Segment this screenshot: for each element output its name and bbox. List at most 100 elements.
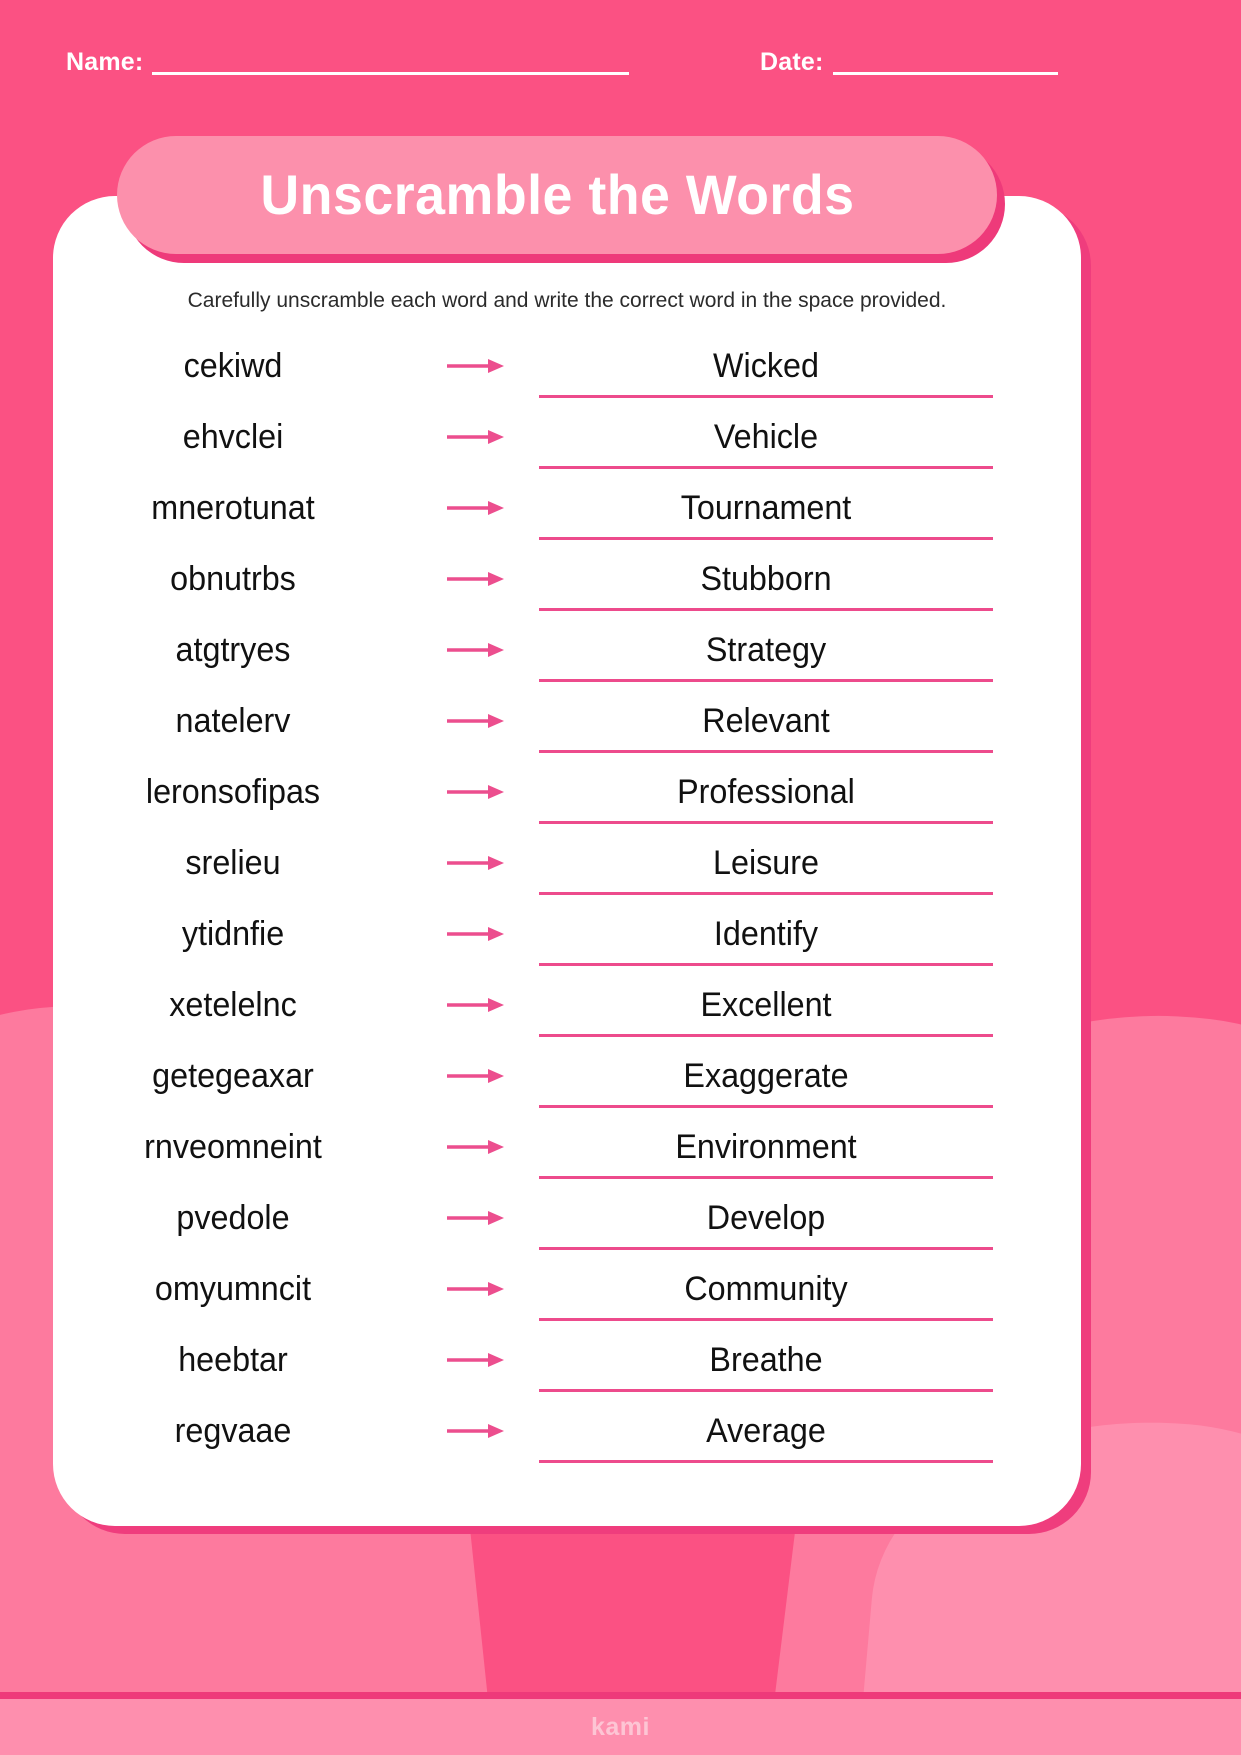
answer-slot[interactable]: Identify <box>539 908 993 966</box>
scrambled-word: heebtar <box>178 1341 288 1379</box>
word-row: ehvclei Vehicle <box>53 411 1081 482</box>
arrow-right-icon <box>413 1405 539 1457</box>
title-banner: Unscramble the Words <box>117 136 997 254</box>
date-field[interactable]: Date: <box>760 50 1058 77</box>
word-row: getegeaxar Exaggerate <box>53 1050 1081 1121</box>
scrambled-word: cekiwd <box>183 347 283 385</box>
answer-slot[interactable]: Relevant <box>539 695 993 753</box>
answer-word: Environment <box>675 1128 857 1166</box>
answer-write-line <box>539 679 993 682</box>
scrambled-word: pvedole <box>176 1199 290 1237</box>
word-row: omyumncit Community <box>53 1263 1081 1334</box>
word-row: rnveomneint Environment <box>53 1121 1081 1192</box>
name-label: Name: <box>66 48 144 76</box>
answer-slot[interactable]: Exaggerate <box>539 1050 993 1108</box>
answer-slot[interactable]: Wicked <box>539 340 993 398</box>
scrambled-word: mnerotunat <box>151 489 315 527</box>
word-row: pvedole Develop <box>53 1192 1081 1263</box>
answer-word: Identify <box>713 915 819 953</box>
scrambled-word: natelerv <box>175 702 291 740</box>
answer-slot[interactable]: Breathe <box>539 1334 993 1392</box>
arrow-right-icon <box>413 908 539 960</box>
answer-word: Exaggerate <box>683 1057 849 1095</box>
word-row: ytidnfie Identify <box>53 908 1081 979</box>
answer-word: Stubborn <box>700 560 832 598</box>
answer-slot[interactable]: Vehicle <box>539 411 993 469</box>
word-row: mnerotunat Tournament <box>53 482 1081 553</box>
answer-word: Leisure <box>713 844 819 882</box>
scrambled-word: srelieu <box>185 844 281 882</box>
scrambled-word: omyumncit <box>154 1270 312 1308</box>
arrow-right-icon <box>413 1050 539 1102</box>
answer-word: Community <box>684 1270 848 1308</box>
answer-slot[interactable]: Leisure <box>539 837 993 895</box>
date-label: Date: <box>760 48 824 76</box>
word-row: atgtryes Strategy <box>53 624 1081 695</box>
scrambled-word: atgtryes <box>175 631 291 669</box>
answer-write-line <box>539 1105 993 1108</box>
arrow-right-icon <box>413 837 539 889</box>
arrow-right-icon <box>413 1263 539 1315</box>
scrambled-word: rnveomneint <box>144 1128 322 1166</box>
answer-slot[interactable]: Professional <box>539 766 993 824</box>
answer-word: Relevant <box>702 702 830 740</box>
scrambled-word: ytidnfie <box>181 915 285 953</box>
answer-write-line <box>539 1176 993 1179</box>
answer-slot[interactable]: Community <box>539 1263 993 1321</box>
word-row: leronsofipas Professional <box>53 766 1081 837</box>
answer-write-line <box>539 892 993 895</box>
arrow-right-icon <box>413 1121 539 1173</box>
answer-word: Professional <box>677 773 855 811</box>
student-info-row: Name: Date: <box>0 50 1241 94</box>
answer-slot[interactable]: Strategy <box>539 624 993 682</box>
scrambled-word: leronsofipas <box>145 773 321 811</box>
word-row: obnutrbs Stubborn <box>53 553 1081 624</box>
answer-write-line <box>539 1389 993 1392</box>
instructions-text: Carefully unscramble each word and write… <box>187 289 947 312</box>
answer-word: Average <box>706 1412 826 1450</box>
answer-slot[interactable]: Stubborn <box>539 553 993 611</box>
answer-slot[interactable]: Develop <box>539 1192 993 1250</box>
scrambled-word: ehvclei <box>182 418 284 456</box>
answer-word: Tournament <box>680 489 852 527</box>
answer-word: Wicked <box>713 347 819 385</box>
answer-write-line <box>539 395 993 398</box>
word-row: srelieu Leisure <box>53 837 1081 908</box>
arrow-right-icon <box>413 482 539 534</box>
scrambled-word: obnutrbs <box>170 560 296 598</box>
answer-slot[interactable]: Environment <box>539 1121 993 1179</box>
answer-word: Vehicle <box>713 418 819 456</box>
word-row: heebtar Breathe <box>53 1334 1081 1405</box>
answer-write-line <box>539 750 993 753</box>
scrambled-word: xetelelnc <box>169 986 297 1024</box>
answer-write-line <box>539 1247 993 1250</box>
arrow-right-icon <box>413 979 539 1031</box>
answer-write-line <box>539 1318 993 1321</box>
word-row: natelerv Relevant <box>53 695 1081 766</box>
scrambled-word: getegeaxar <box>152 1057 314 1095</box>
arrow-right-icon <box>413 411 539 463</box>
answer-write-line <box>539 1034 993 1037</box>
date-write-line[interactable] <box>832 72 1058 75</box>
answer-write-line <box>539 537 993 540</box>
answer-write-line <box>539 821 993 824</box>
arrow-right-icon <box>413 1192 539 1244</box>
arrow-right-icon <box>413 766 539 818</box>
name-write-line[interactable] <box>152 72 630 75</box>
answer-slot[interactable]: Tournament <box>539 482 993 540</box>
answer-write-line <box>539 1460 993 1463</box>
arrow-right-icon <box>413 340 539 392</box>
answer-word: Excellent <box>700 986 832 1024</box>
arrow-right-icon <box>413 695 539 747</box>
answer-slot[interactable]: Average <box>539 1405 993 1463</box>
scrambled-word: regvaae <box>174 1412 292 1450</box>
brand-logo: kami <box>591 1712 650 1741</box>
footer-bar: kami <box>0 1692 1241 1755</box>
arrow-right-icon <box>413 1334 539 1386</box>
word-row: xetelelnc Excellent <box>53 979 1081 1050</box>
answer-write-line <box>539 963 993 966</box>
name-field[interactable]: Name: <box>66 48 630 77</box>
answer-slot[interactable]: Excellent <box>539 979 993 1037</box>
arrow-right-icon <box>413 624 539 676</box>
arrow-right-icon <box>413 553 539 605</box>
